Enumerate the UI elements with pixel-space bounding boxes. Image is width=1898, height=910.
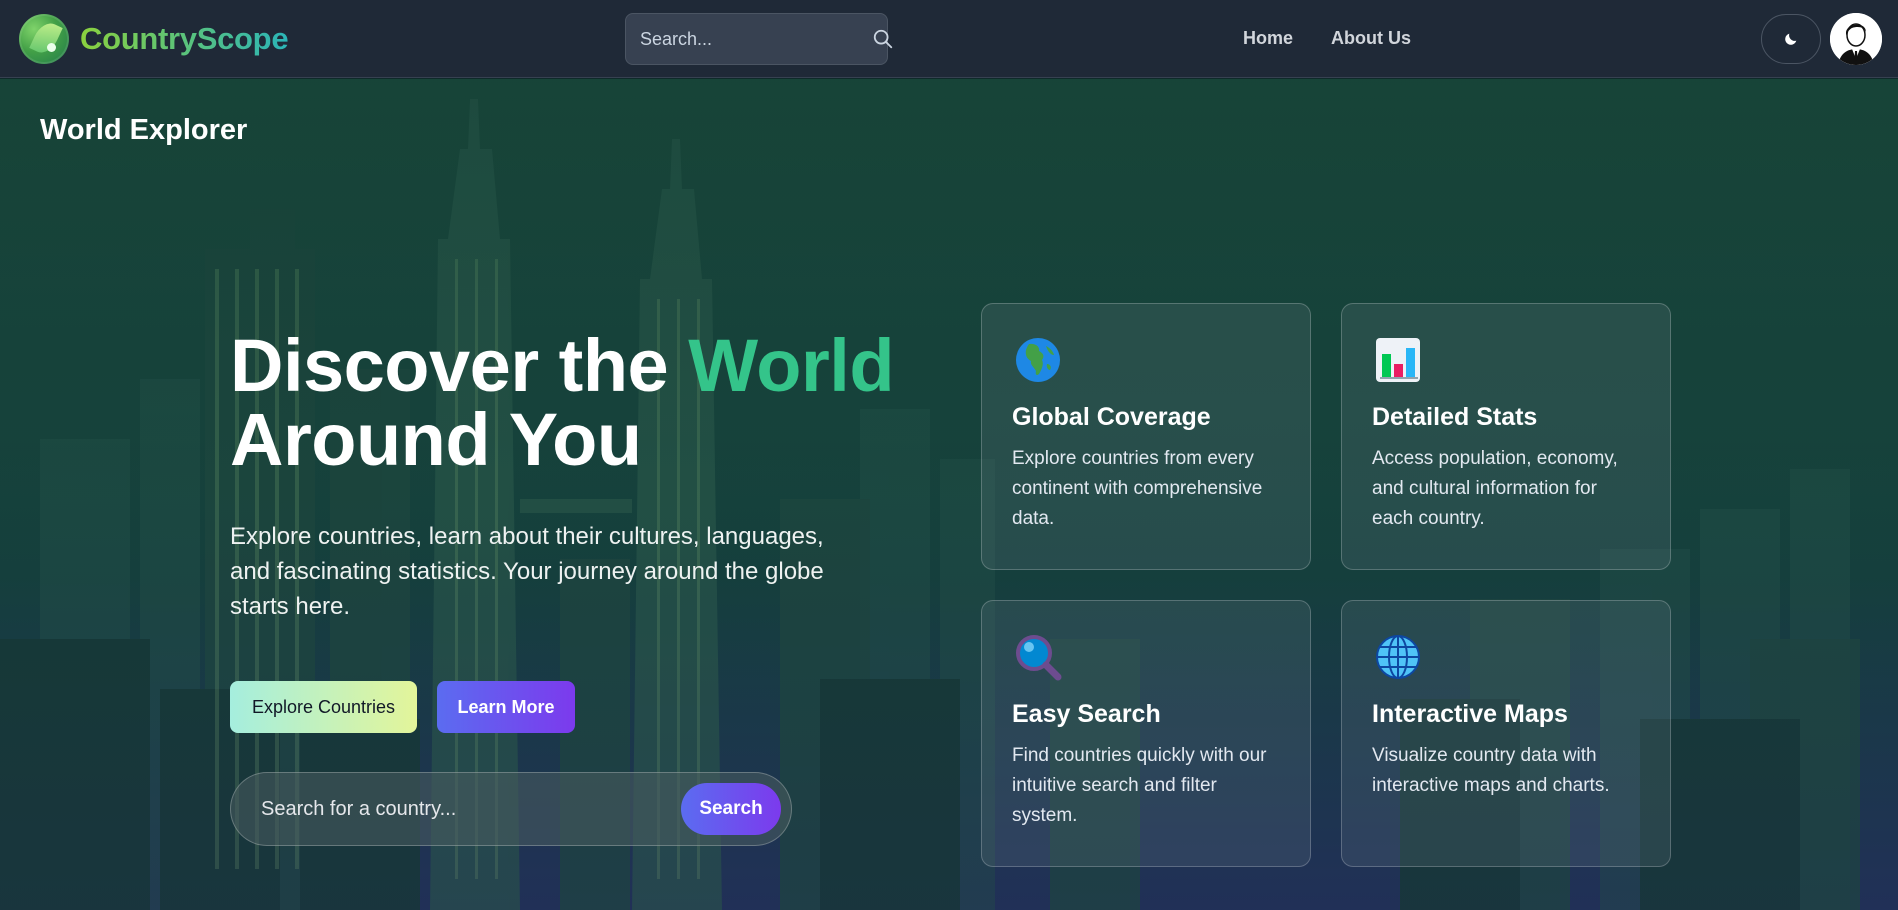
feature-card-text: Visualize country data with interactive … bbox=[1372, 745, 1610, 796]
theme-toggle-button[interactable] bbox=[1761, 14, 1821, 64]
navbar-search-input[interactable] bbox=[626, 14, 872, 64]
feature-card-text: Find countries quickly with our intuitiv… bbox=[1012, 745, 1267, 826]
feature-card-text: Explore countries from every continent w… bbox=[1012, 448, 1263, 529]
user-avatar[interactable] bbox=[1830, 13, 1882, 65]
hero-title-part2: Around You bbox=[230, 398, 642, 481]
feature-card-title: Global Coverage bbox=[1012, 403, 1211, 431]
nav-link-home[interactable]: Home bbox=[1243, 28, 1293, 49]
learn-more-button[interactable]: Learn More bbox=[437, 681, 575, 733]
globe-africa-icon bbox=[1016, 338, 1060, 382]
search-icon[interactable] bbox=[872, 17, 894, 61]
leaf-globe-logo-icon bbox=[19, 14, 69, 64]
hero-subtitle: Explore countries, learn about their cul… bbox=[230, 523, 824, 620]
feature-card-detailed-stats: Detailed Stats Access population, econom… bbox=[1341, 303, 1671, 570]
feature-card-global-coverage: Global Coverage Explore countries from e… bbox=[981, 303, 1311, 570]
top-navbar: CountryScope Home About Us bbox=[0, 0, 1898, 78]
magnifier-icon bbox=[1016, 635, 1062, 681]
brand-logo-link[interactable]: CountryScope bbox=[19, 14, 289, 64]
hero-section: World Explorer Discover the World Around… bbox=[0, 79, 1898, 910]
hero-title-part1: Discover the bbox=[230, 324, 669, 407]
country-search-bar: Search bbox=[230, 772, 792, 846]
page-label: World Explorer bbox=[40, 114, 248, 146]
navbar-search bbox=[625, 13, 893, 65]
feature-card-easy-search: Easy Search Find countries quickly with … bbox=[981, 600, 1311, 867]
country-search-button[interactable]: Search bbox=[681, 783, 781, 835]
feature-card-text: Access population, economy, and cultural… bbox=[1372, 448, 1618, 529]
feature-card-title: Detailed Stats bbox=[1372, 403, 1538, 431]
feature-card-interactive-maps: Interactive Maps Visualize country data … bbox=[1341, 600, 1671, 867]
country-search-input[interactable] bbox=[261, 773, 651, 845]
brand-name: CountryScope bbox=[80, 21, 289, 56]
hero-title-accent: World bbox=[688, 324, 895, 407]
bar-chart-icon bbox=[1376, 338, 1420, 382]
nav-link-about-us[interactable]: About Us bbox=[1331, 28, 1411, 49]
feature-card-title: Easy Search bbox=[1012, 700, 1161, 728]
hero-title: Discover the World Around You bbox=[230, 329, 950, 477]
moon-icon bbox=[1785, 33, 1797, 45]
globe-meridians-icon bbox=[1376, 635, 1420, 679]
explore-countries-button[interactable]: Explore Countries bbox=[230, 681, 417, 733]
feature-card-title: Interactive Maps bbox=[1372, 700, 1568, 728]
